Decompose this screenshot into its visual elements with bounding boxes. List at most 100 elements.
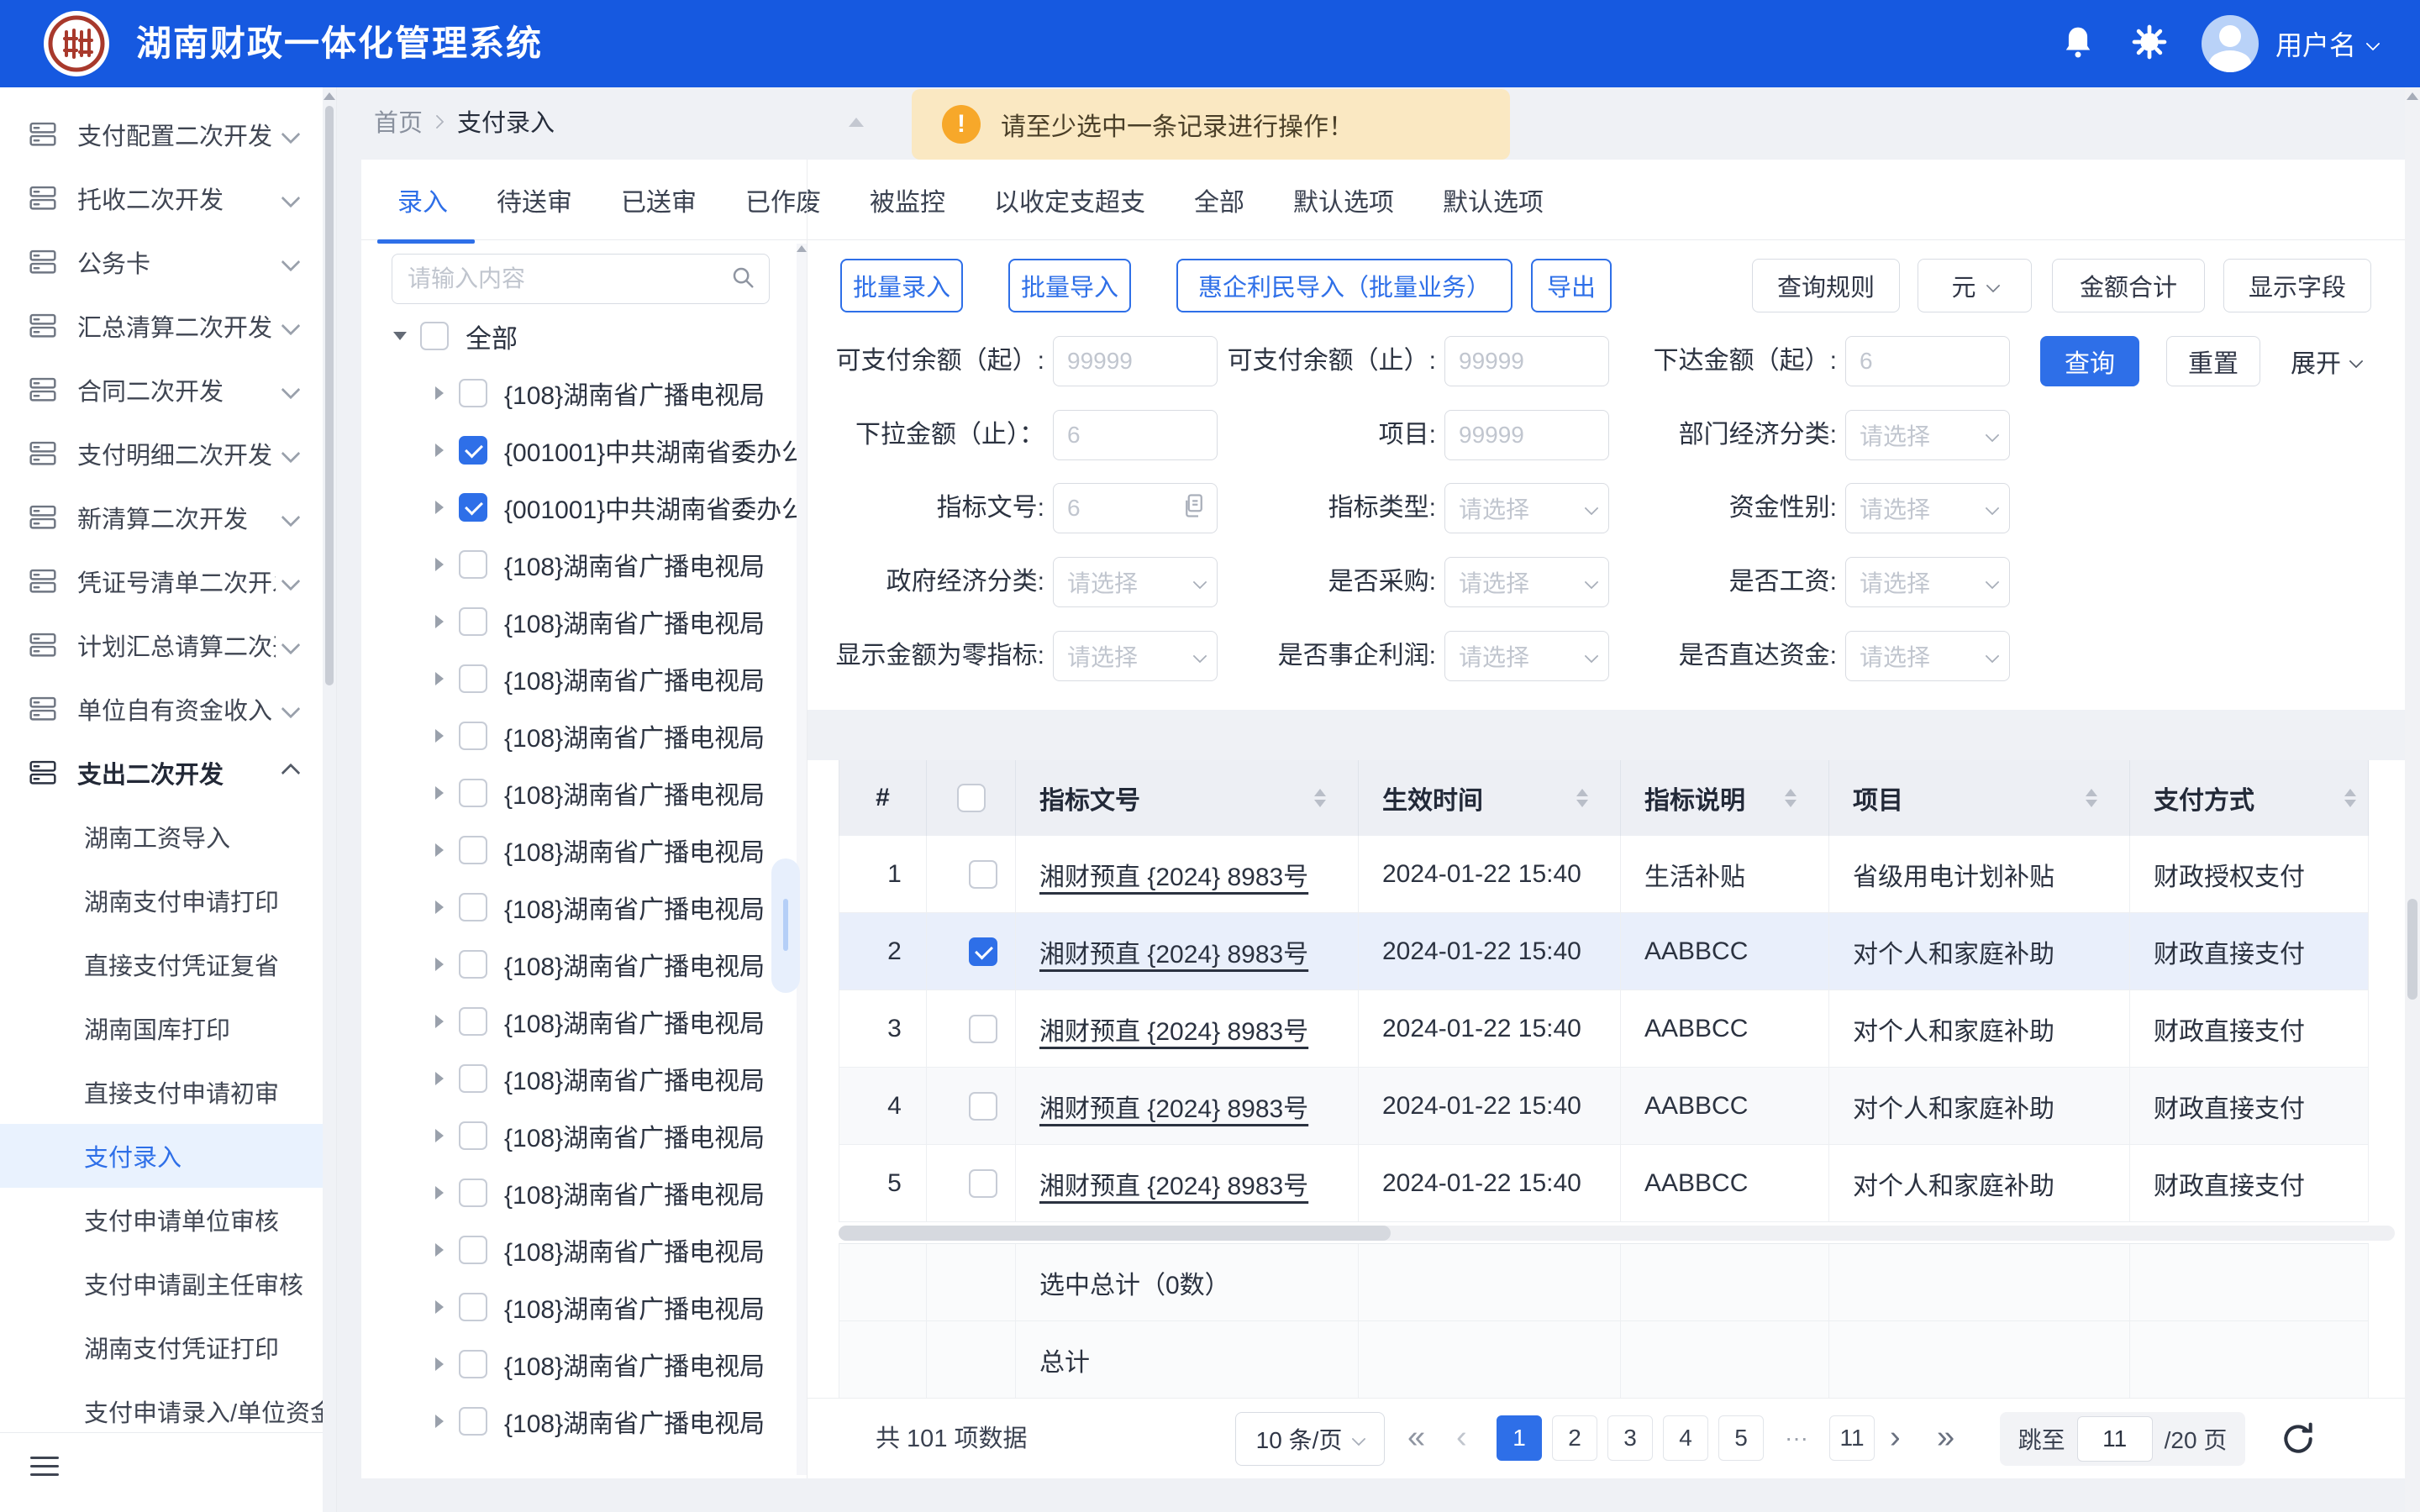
table-horizontal-scrollbar[interactable] — [839, 1226, 2395, 1241]
table-row[interactable]: 3 湘财预直 {2024} 8983号 2024-01-22 15:40 AAB… — [839, 990, 2369, 1068]
doc-number-link[interactable]: 湘财预直 {2024} 8983号 — [1039, 1165, 1308, 1202]
tree-node-checkbox[interactable] — [459, 664, 487, 693]
tree-node[interactable]: {108}湖南省广播电视局 — [376, 1336, 800, 1393]
caret-right-icon[interactable] — [435, 1243, 444, 1257]
tree-node[interactable]: {108}湖南省广播电视局 — [376, 1393, 800, 1450]
caret-right-icon[interactable] — [435, 1357, 444, 1371]
row-checkbox[interactable] — [969, 1092, 997, 1121]
status-tab[interactable]: 录入 — [397, 156, 448, 244]
caret-right-icon[interactable] — [435, 1015, 444, 1028]
doc-number-link[interactable]: 湘财预直 {2024} 8983号 — [1039, 1011, 1308, 1047]
table-horizontal-scrollbar-thumb[interactable] — [839, 1226, 1391, 1241]
sort-icon[interactable] — [1576, 789, 1588, 807]
sort-icon[interactable] — [2344, 789, 2356, 807]
column-header-doc-number[interactable]: 指标文号 — [1016, 760, 1359, 836]
page-number-button[interactable]: 3 — [1607, 1415, 1653, 1461]
status-tab[interactable]: 默认选项 — [1293, 156, 1394, 244]
table-row[interactable]: 4 湘财预直 {2024} 8983号 2024-01-22 15:40 AAB… — [839, 1068, 2369, 1145]
tree-node-checkbox[interactable] — [459, 779, 487, 807]
tree-node-checkbox[interactable] — [459, 493, 487, 522]
sidebar-submenu-item[interactable]: 直接支付凭证复省 — [0, 932, 323, 996]
sidebar-submenu-item[interactable]: 湖南工资导入 — [0, 805, 323, 869]
huiqi-import-button[interactable]: 惠企利民导入（批量业务） — [1176, 259, 1512, 312]
page-number-button[interactable]: 1 — [1497, 1415, 1542, 1461]
table-row[interactable]: 2 湘财预直 {2024} 8983号 2024-01-22 15:40 AAB… — [839, 913, 2369, 990]
user-menu-chevron-down-icon[interactable] — [2366, 37, 2381, 51]
page-number-button[interactable]: 2 — [1552, 1415, 1597, 1461]
notification-bell-icon[interactable] — [2062, 24, 2094, 64]
filter-select-dept-economic[interactable]: 请选择 — [1845, 410, 2010, 460]
status-tab[interactable]: 已送审 — [621, 156, 697, 244]
export-button[interactable]: 导出 — [1531, 259, 1612, 312]
display-fields-button[interactable]: 显示字段 — [2223, 259, 2371, 312]
caret-right-icon[interactable] — [435, 558, 444, 571]
sidebar-submenu-item[interactable]: 湖南支付凭证打印 — [0, 1315, 323, 1379]
tree-node-checkbox[interactable] — [459, 1350, 487, 1378]
caret-right-icon[interactable] — [435, 729, 444, 743]
sidebar-menu-item[interactable]: 单位自有资金收入 — [0, 677, 323, 741]
tree-node-checkbox[interactable] — [459, 1293, 487, 1321]
batch-entry-button[interactable]: 批量录入 — [840, 259, 963, 312]
page-size-select[interactable]: 10 条/页 — [1235, 1412, 1385, 1466]
tree-node-checkbox[interactable] — [459, 1007, 487, 1036]
page-number-button[interactable]: 5 — [1718, 1415, 1764, 1461]
tree-node-checkbox[interactable] — [459, 550, 487, 579]
tree-node-checkbox[interactable] — [459, 1064, 487, 1093]
sidebar-scrollbar[interactable] — [323, 87, 336, 1512]
status-tab[interactable]: 以收定支超支 — [994, 156, 1145, 244]
status-tab[interactable]: 全部 — [1194, 156, 1244, 244]
column-header-indicator-desc[interactable]: 指标说明 — [1621, 760, 1829, 836]
sidebar-submenu-item[interactable]: 湖南国库打印 — [0, 996, 323, 1060]
tree-node-checkbox[interactable] — [459, 1236, 487, 1264]
caret-right-icon[interactable] — [435, 958, 444, 971]
sidebar-scrollbar-thumb[interactable] — [325, 106, 334, 685]
jump-page-input[interactable] — [2077, 1416, 2153, 1462]
prev-page-button[interactable]: ‹ — [1456, 1399, 1467, 1479]
status-tab[interactable]: 被监控 — [870, 156, 945, 244]
row-checkbox[interactable] — [969, 1015, 997, 1043]
caret-right-icon[interactable] — [435, 386, 444, 400]
sidebar-menu-item[interactable]: 公务卡 — [0, 230, 323, 294]
sidebar-menu-item[interactable]: 合同二次开发 — [0, 358, 323, 422]
amount-total-button[interactable]: 金额合计 — [2052, 259, 2205, 312]
tree-node-checkbox[interactable] — [459, 1121, 487, 1150]
next-page-button[interactable]: › — [1890, 1399, 1901, 1479]
row-checkbox[interactable] — [969, 1169, 997, 1198]
doc-number-link[interactable]: 湘财预直 {2024} 8983号 — [1039, 933, 1308, 970]
filter-select-is-salary[interactable]: 请选择 — [1845, 557, 2010, 607]
main-scrollbar[interactable] — [2405, 87, 2420, 1512]
column-header-project[interactable]: 项目 — [1829, 760, 2130, 836]
sidebar-menu-item[interactable]: 新清算二次开发 — [0, 486, 323, 549]
caret-right-icon[interactable] — [435, 1415, 444, 1428]
tree-node[interactable]: {108}湖南省广播电视局 — [376, 879, 800, 936]
caret-right-icon[interactable] — [435, 843, 444, 857]
caret-right-icon[interactable] — [435, 672, 444, 685]
sort-icon[interactable] — [2086, 789, 2097, 807]
sidebar-menu-item[interactable]: 凭证号清单二次开发 — [0, 549, 323, 613]
caret-right-icon[interactable] — [435, 615, 444, 628]
query-rules-button[interactable]: 查询规则 — [1752, 259, 1900, 312]
sidebar-submenu-item[interactable]: 直接支付申请初审 — [0, 1060, 323, 1124]
tree-node[interactable]: {108}湖南省广播电视局 — [376, 1221, 800, 1278]
filter-input-issued-from[interactable]: 6 — [1845, 336, 2010, 386]
column-header-effective-time[interactable]: 生效时间 — [1359, 760, 1621, 836]
sort-icon[interactable] — [1785, 789, 1797, 807]
sidebar-menu-item[interactable]: 支付明细二次开发 — [0, 422, 323, 486]
user-avatar[interactable] — [2202, 15, 2259, 72]
status-tab[interactable]: 已作废 — [745, 156, 821, 244]
sidebar-menu-item[interactable]: 托收二次开发 — [0, 166, 323, 230]
tree-node-checkbox[interactable] — [459, 893, 487, 921]
caret-right-icon[interactable] — [435, 900, 444, 914]
tree-node[interactable]: {108}湖南省广播电视局 — [376, 1278, 800, 1336]
tree-node-checkbox[interactable] — [459, 950, 487, 979]
doc-number-link[interactable]: 湘财预直 {2024} 8983号 — [1039, 856, 1308, 893]
sidebar-submenu-item[interactable]: 湖南支付申请打印 — [0, 869, 323, 932]
filter-select-direct-funds[interactable]: 请选择 — [1845, 631, 2010, 681]
tree-node[interactable]: {108}湖南省广播电视局 — [376, 936, 800, 993]
select-all-checkbox[interactable] — [957, 784, 986, 812]
caret-right-icon[interactable] — [435, 1300, 444, 1314]
splitter-handle[interactable] — [771, 858, 800, 993]
sidebar-menu-item[interactable]: 计划汇总请算二次开发 — [0, 613, 323, 677]
tree-node-checkbox[interactable] — [459, 436, 487, 465]
caret-right-icon[interactable] — [435, 786, 444, 800]
